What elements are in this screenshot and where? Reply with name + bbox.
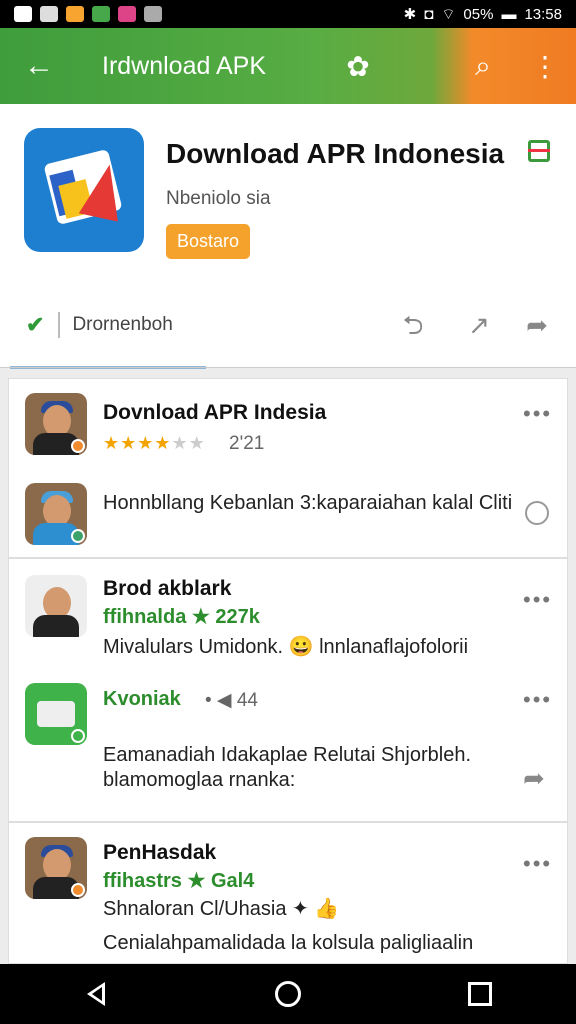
download-label[interactable]: Drornenboh	[72, 314, 172, 336]
avatar[interactable]	[25, 575, 87, 637]
app-icon[interactable]	[24, 128, 144, 252]
bluetooth-icon: ✱	[403, 6, 417, 23]
more-horiz-icon[interactable]: •••	[523, 401, 552, 427]
reviewer-name: Brod akblark	[103, 577, 232, 600]
reviewer-name: Dovnload APR Indesia	[103, 401, 327, 424]
review-text: Shnaloran Cl/Uhasia ✦ 👍	[103, 898, 340, 920]
app-bar: ← Irdwnload APK ✿ ⌕ ⋮	[0, 28, 576, 104]
app-header: Download APR Indonesia Nbeniolo sia Bost…	[0, 104, 576, 369]
action-row: ✔ Drornenboh ⮌ ↗ ➦	[0, 300, 576, 350]
avatar[interactable]	[25, 393, 87, 455]
install-button[interactable]: Bostaro	[166, 224, 251, 259]
avatar[interactable]	[25, 483, 87, 545]
share-icon[interactable]: ➦	[523, 763, 545, 794]
location-icon[interactable]	[525, 501, 549, 525]
app-icon	[66, 6, 84, 22]
reviewer-meta: ffihnalda ★ 227k	[103, 606, 260, 628]
share-icon[interactable]: ➦	[520, 308, 554, 342]
more-horiz-icon[interactable]: •••	[523, 687, 552, 713]
flower-logo-icon: ✿	[346, 50, 370, 82]
clock: 13:58	[524, 5, 562, 23]
review-card: Brod akblark ffihnalda ★ 227k Mivalulars…	[8, 558, 568, 822]
arrow-back-icon: ←	[24, 49, 54, 82]
home-nav-button[interactable]	[258, 972, 318, 1016]
search-icon: ⌕	[475, 49, 491, 81]
back-nav-icon	[87, 982, 105, 1006]
shield-icon	[144, 6, 162, 22]
review-card: PenHasdak ffihastrs ★ Gal4 Shnaloran Cl/…	[8, 822, 568, 964]
review-text: Eamanadiah Idakaplae Relutai Shjorbleh. …	[103, 744, 472, 791]
battery-label: 05%	[463, 5, 494, 23]
app-subtitle: Nbeniolo sia	[166, 188, 271, 209]
app-bar-title: Irdwnload APK	[102, 51, 266, 80]
review-text: Honnbllang Kebanlan 3:kaparaiahan kalal …	[103, 492, 513, 514]
xbox-icon	[92, 6, 110, 22]
back-button[interactable]: ←	[0, 28, 78, 104]
photo-icon	[40, 6, 58, 22]
battery-icon: ▬	[501, 5, 517, 23]
navigation-bar	[0, 964, 576, 1024]
forward-icon[interactable]: ↗	[462, 308, 496, 342]
wifi-icon: ⌔	[441, 5, 456, 23]
review-text: Cenialahpamalidada la kolsula paligliaal…	[103, 932, 474, 954]
avatar[interactable]	[25, 683, 87, 745]
home-icon	[275, 981, 301, 1007]
recents-nav-button[interactable]	[450, 972, 510, 1016]
divider	[58, 312, 61, 338]
gallery-icon	[14, 6, 32, 22]
app-title: Download APR Indonesia	[166, 138, 505, 169]
battery-saver-icon: ◘	[424, 5, 434, 23]
search-button[interactable]: ⌕	[452, 28, 514, 104]
review-count: 2'21	[229, 433, 265, 454]
reviewer-name: PenHasdak	[103, 841, 217, 864]
reviewer-name: Kvoniak	[103, 688, 181, 710]
status-left	[14, 6, 162, 22]
review-card: Dovnload APR Indesia ★★★★★★ 2'21 ••• Hon…	[8, 378, 568, 558]
check-icon: ✔	[26, 312, 45, 337]
back-nav-button[interactable]	[66, 972, 126, 1016]
reviewer-meta: ffihastrs ★ Gal4	[103, 870, 255, 892]
star-rating: ★★★★★★	[103, 433, 206, 453]
more-vert-icon: ⋮	[531, 50, 559, 82]
more-button[interactable]: ⋮	[514, 28, 576, 104]
folder-icon	[118, 6, 136, 22]
divider	[0, 367, 576, 368]
status-bar: ✱ ◘ ⌔ 05% ▬ 13:58	[0, 0, 576, 28]
status-right: ✱ ◘ ⌔ 05% ▬ 13:58	[404, 5, 562, 24]
avatar[interactable]	[25, 837, 87, 899]
more-horiz-icon[interactable]: •••	[523, 851, 552, 877]
more-horiz-icon[interactable]: •••	[523, 587, 552, 613]
recents-icon	[468, 982, 492, 1006]
reviewer-meta: • ◀ 44	[205, 690, 258, 711]
reply-icon[interactable]: ⮌	[396, 308, 430, 342]
review-text: Mivalulars Umidonk. 😀 lnnlanaflajofolori…	[103, 636, 469, 658]
gift-icon[interactable]	[528, 140, 550, 162]
